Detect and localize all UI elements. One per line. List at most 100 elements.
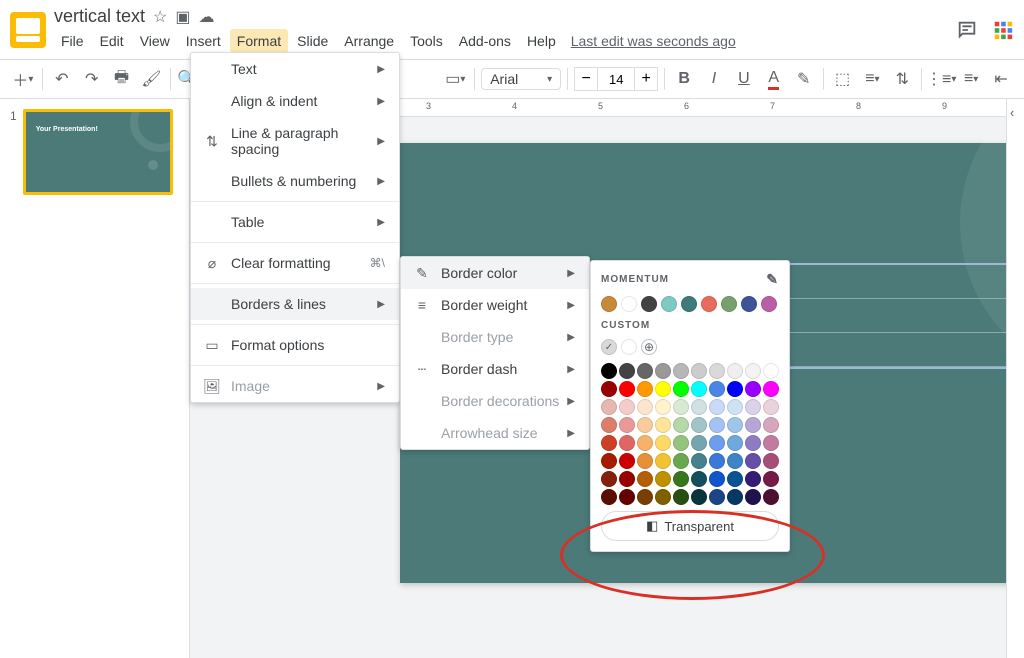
format-item-format-options[interactable]: ▭Format options [191,329,399,361]
momentum-swatch[interactable] [621,296,637,312]
borders-item-border-color[interactable]: ✎Border color▶ [401,257,589,289]
color-swatch[interactable] [763,399,779,415]
color-swatch[interactable] [727,381,743,397]
color-swatch[interactable] [619,417,635,433]
color-swatch[interactable] [655,453,671,469]
color-swatch[interactable] [709,399,725,415]
custom-color-swatch[interactable] [601,339,617,355]
color-swatch[interactable] [745,399,761,415]
color-swatch[interactable] [655,417,671,433]
color-swatch[interactable] [691,381,707,397]
custom-color-swatch[interactable] [621,339,637,355]
menu-format[interactable]: Format [230,29,288,53]
menu-edit[interactable]: Edit [93,29,131,53]
format-item-borders-lines[interactable]: Borders & lines▶ [191,288,399,320]
color-swatch[interactable] [673,417,689,433]
star-icon[interactable]: ☆ [153,7,167,27]
italic-button[interactable]: I [701,66,727,92]
color-swatch[interactable] [601,399,617,415]
color-swatch[interactable] [619,489,635,505]
momentum-swatch[interactable] [701,296,717,312]
insert-link-button[interactable]: ⬚ [830,66,856,92]
color-swatch[interactable] [673,399,689,415]
color-swatch[interactable] [727,363,743,379]
slide-thumbnail[interactable]: 1 Your Presentation! [10,109,179,195]
menu-file[interactable]: File [54,29,91,53]
borders-item-border-dash[interactable]: ┄Border dash▶ [401,353,589,385]
color-swatch[interactable] [691,453,707,469]
color-swatch[interactable] [619,399,635,415]
format-item-text[interactable]: Text▶ [191,53,399,85]
color-swatch[interactable] [637,471,653,487]
redo-button[interactable]: ↷ [79,66,105,92]
color-swatch[interactable] [691,435,707,451]
color-swatch[interactable] [763,489,779,505]
color-swatch[interactable] [745,489,761,505]
align-button[interactable]: ≡▾ [859,66,885,92]
color-swatch[interactable] [727,489,743,505]
momentum-swatch[interactable] [741,296,757,312]
menu-tools[interactable]: Tools [403,29,450,53]
color-swatch[interactable] [601,417,617,433]
color-swatch[interactable] [637,453,653,469]
bulleted-list-button[interactable]: ⋮≡▾ [928,66,954,92]
menu-view[interactable]: View [133,29,177,53]
color-swatch[interactable] [655,399,671,415]
add-custom-color-button[interactable]: ⊕ [641,339,657,355]
numbered-list-button[interactable]: ≡▾ [958,66,984,92]
underline-button[interactable]: U [731,66,757,92]
color-swatch[interactable] [637,435,653,451]
highlight-button[interactable]: ✎ [791,66,817,92]
color-swatch[interactable] [601,435,617,451]
momentum-swatch[interactable] [681,296,697,312]
color-swatch[interactable] [709,363,725,379]
color-swatch[interactable] [763,381,779,397]
expand-rail-button[interactable]: ‹ [1010,105,1014,120]
color-swatch[interactable] [745,435,761,451]
momentum-swatch[interactable] [661,296,677,312]
color-swatch[interactable] [655,471,671,487]
color-swatch[interactable] [655,489,671,505]
color-swatch[interactable] [637,489,653,505]
color-swatch[interactable] [709,471,725,487]
last-edit-link[interactable]: Last edit was seconds ago [571,29,736,53]
color-swatch[interactable] [745,381,761,397]
color-swatch[interactable] [691,489,707,505]
color-swatch[interactable] [619,363,635,379]
format-item-table[interactable]: Table▶ [191,206,399,238]
color-swatch[interactable] [601,381,617,397]
color-swatch[interactable] [637,399,653,415]
color-swatch[interactable] [655,435,671,451]
color-swatch[interactable] [691,417,707,433]
color-swatch[interactable] [727,399,743,415]
color-swatch[interactable] [673,471,689,487]
color-swatch[interactable] [637,363,653,379]
color-swatch[interactable] [673,363,689,379]
print-button[interactable]: 🖶 [109,66,135,92]
color-swatch[interactable] [601,363,617,379]
color-swatch[interactable] [745,453,761,469]
momentum-swatch[interactable] [721,296,737,312]
color-swatch[interactable] [619,471,635,487]
color-swatch[interactable] [727,435,743,451]
text-color-button[interactable]: A [761,66,787,92]
transparent-button[interactable]: ◧ Transparent [601,511,779,541]
document-title[interactable]: vertical text [54,6,145,27]
color-swatch[interactable] [763,363,779,379]
color-swatch[interactable] [727,453,743,469]
color-swatch[interactable] [727,417,743,433]
color-swatch[interactable] [709,417,725,433]
font-size-value[interactable]: 14 [598,67,634,91]
momentum-swatch[interactable] [761,296,777,312]
apps-grid-icon[interactable] [992,19,1014,41]
slides-app-icon[interactable] [10,12,46,48]
color-swatch[interactable] [619,453,635,469]
color-swatch[interactable] [619,381,635,397]
color-swatch[interactable] [601,489,617,505]
color-swatch[interactable] [673,489,689,505]
color-swatch[interactable] [709,489,725,505]
color-swatch[interactable] [673,381,689,397]
indent-button[interactable]: ⇤ [988,66,1014,92]
color-swatch[interactable] [763,453,779,469]
bold-button[interactable]: B [671,66,697,92]
